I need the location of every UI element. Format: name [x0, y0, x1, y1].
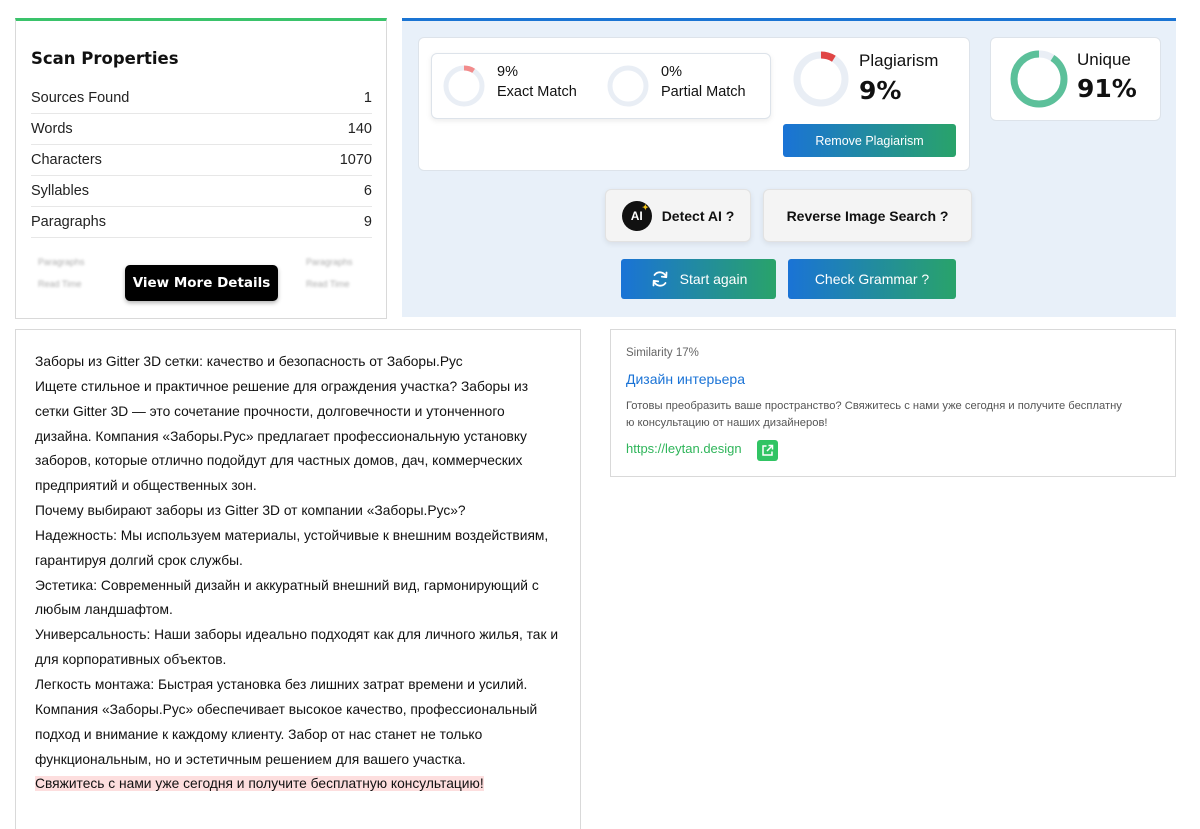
property-label: Characters	[31, 152, 102, 168]
exact-match-ring	[443, 65, 485, 107]
scan-properties-card: Scan Properties Sources Found 1 Words 14…	[15, 18, 387, 319]
unique-label: Unique	[1077, 50, 1131, 69]
text-line: функциональным, но и эстетичным решением…	[35, 751, 466, 767]
plagiarism-value: 9%	[859, 76, 902, 105]
partial-match-percent: 0%	[661, 64, 682, 80]
text-line: Эстетика: Современный дизайн и аккуратны…	[35, 577, 539, 593]
scanned-text: Заборы из Gitter 3D сетки: качество и бе…	[35, 350, 565, 797]
results-panel: 9% Exact Match 0% Partial Match Plagiari…	[402, 18, 1176, 317]
property-row-syllables: Syllables 6	[31, 176, 372, 207]
source-title-link[interactable]: Дизайн интерьера	[626, 371, 745, 387]
blurred-label: Paragraphs	[38, 257, 85, 267]
property-row-sources: Sources Found 1	[31, 83, 372, 114]
refresh-icon	[652, 271, 668, 287]
source-description: Готовы преобразить ваше пространство? Св…	[626, 398, 1161, 432]
unique-ring	[1010, 50, 1068, 108]
property-value: 1070	[339, 152, 372, 168]
check-grammar-button[interactable]: Check Grammar ?	[788, 259, 956, 299]
highlighted-match[interactable]: Свяжитесь с нами уже сегодня и получите …	[35, 776, 484, 792]
property-row-characters: Characters 1070	[31, 145, 372, 176]
text-line: дизайна. Компания «Заборы.Рус» предлагае…	[35, 428, 527, 444]
start-again-label: Start again	[679, 271, 748, 287]
property-row-words: Words 140	[31, 114, 372, 145]
plagiarism-ring	[793, 51, 849, 107]
remove-plagiarism-button[interactable]: Remove Plagiarism	[783, 124, 956, 157]
plagiarism-label: Plagiarism	[859, 51, 939, 70]
property-value: 9	[363, 214, 372, 230]
start-again-button[interactable]: Start again	[621, 259, 776, 299]
partial-match-label: Partial Match	[661, 84, 746, 100]
text-line: Легкость монтажа: Быстрая установка без …	[35, 676, 528, 692]
text-line: любым ландшафтом.	[35, 602, 173, 618]
reverse-image-search-button[interactable]: Reverse Image Search ?	[763, 189, 972, 242]
blurred-label: Read Time	[38, 279, 82, 289]
property-value: 6	[363, 183, 372, 199]
text-line: Почему выбирают заборы из Gitter 3D от к…	[35, 503, 466, 519]
blurred-label: Read Time	[306, 279, 350, 289]
property-value: 140	[347, 121, 372, 137]
plagiarism-summary-card: 9% Exact Match 0% Partial Match Plagiari…	[418, 37, 970, 171]
source-description-line: ю консультацию от наших дизайнеров!	[626, 417, 828, 429]
exact-match-item: 9% Exact Match	[497, 64, 577, 100]
text-line: подход и внимание к каждому клиенту. Заб…	[35, 726, 483, 742]
exact-match-label: Exact Match	[497, 84, 577, 100]
exact-match-percent: 9%	[497, 64, 518, 80]
text-line: для корпоративных объектов.	[35, 652, 227, 668]
property-label: Sources Found	[31, 90, 130, 106]
source-description-line: Готовы преобразить ваше пространство? Св…	[626, 400, 1122, 412]
text-line: Компания «Заборы.Рус» обеспечивает высок…	[35, 701, 538, 717]
similarity-label: Similarity 17%	[626, 347, 699, 359]
property-label: Syllables	[31, 183, 90, 199]
property-label: Words	[31, 121, 73, 137]
unique-value: 91%	[1077, 74, 1137, 103]
blurred-label: Paragraphs	[306, 257, 353, 267]
property-label: Paragraphs	[31, 214, 106, 230]
view-more-details-button[interactable]: View More Details	[125, 265, 278, 301]
scanned-text-panel: Заборы из Gitter 3D сетки: качество и бе…	[15, 329, 581, 829]
properties-list: Sources Found 1 Words 140 Characters 107…	[31, 83, 372, 238]
unique-card: Unique 91%	[990, 37, 1161, 121]
text-line: заборов, которые отлично подойдут для ча…	[35, 453, 523, 469]
detect-ai-label: Detect AI ?	[661, 207, 735, 224]
text-line: предприятий и общественных зон.	[35, 478, 257, 494]
text-line: сетки Gitter 3D — это сочетание прочност…	[35, 403, 505, 419]
property-value: 1	[363, 90, 372, 106]
source-url-link[interactable]: https://leytan.design	[626, 441, 742, 456]
property-row-paragraphs: Paragraphs 9	[31, 207, 372, 238]
partial-match-item: 0% Partial Match	[661, 64, 746, 100]
text-line: Универсальность: Наши заборы идеально по…	[35, 627, 559, 643]
ai-icon-text: AI	[630, 208, 643, 223]
text-line: Заборы из Gitter 3D сетки: качество и бе…	[35, 354, 463, 369]
external-link-icon[interactable]	[757, 440, 778, 461]
detect-ai-button[interactable]: AI ✦ Detect AI ?	[605, 189, 751, 242]
partial-match-ring	[607, 65, 649, 107]
source-result-card: Similarity 17% Дизайн интерьера Готовы п…	[610, 329, 1176, 477]
text-line: гарантируя долгий срок службы.	[35, 552, 243, 568]
text-line: Надежность: Мы используем материалы, уст…	[35, 527, 549, 543]
match-breakdown: 9% Exact Match 0% Partial Match	[431, 53, 771, 119]
text-line: Ищете стильное и практичное решение для …	[35, 378, 529, 394]
scan-properties-title: Scan Properties	[31, 49, 179, 68]
ai-icon: AI ✦	[621, 200, 652, 231]
